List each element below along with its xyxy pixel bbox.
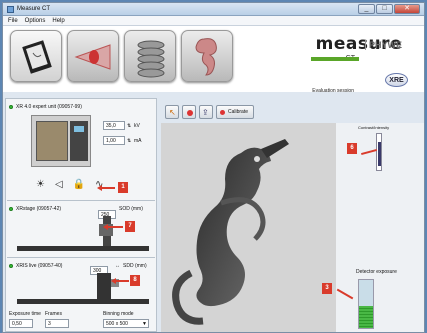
select-tool-button[interactable]: ↖: [165, 105, 179, 119]
divider: [7, 200, 155, 201]
seahorse-radiograph: [161, 123, 336, 332]
export-icon: ⇪: [202, 108, 209, 117]
xray-unit-title: XR 4.0 expert unit (09057-99): [16, 104, 82, 110]
title-bar: Measure CT _ □ ✕: [3, 3, 424, 16]
minimize-button[interactable]: _: [358, 4, 375, 14]
stage-header: XRstage (09057-42): [9, 206, 61, 212]
xray-unit-image: [31, 115, 91, 167]
chevron-down-icon: ▼: [142, 321, 147, 327]
calibrate-button[interactable]: Calibrate: [216, 105, 254, 119]
annotation-arrow-1: [101, 187, 115, 189]
status-led-icon: [9, 264, 13, 268]
display-settings-panel: Contrast/Intensity Detector exposure: [336, 123, 424, 332]
reconstruction-mode-button[interactable]: [124, 30, 176, 82]
detector-icon: [22, 40, 52, 74]
contrast-label: Contrast/Intensity: [358, 125, 390, 130]
detector-exposure-meter: [358, 279, 374, 329]
xray-unit-header: XR 4.0 expert unit (09057-99): [9, 104, 82, 110]
voltage-unit: kV: [134, 123, 140, 129]
voltage-input[interactable]: 35,0: [103, 121, 125, 130]
stage-title: XRstage (09057-42): [16, 206, 62, 212]
detector-exposure-label: Detector exposure: [356, 269, 397, 275]
current-unit: mA: [134, 138, 142, 144]
brand-underline: [311, 57, 359, 61]
exposure-time-input[interactable]: 0,50: [9, 319, 33, 328]
voltage-stepper-icon[interactable]: ⇅: [127, 123, 131, 129]
exposure-fill: [359, 306, 373, 328]
annotation-label-3: 3: [322, 283, 332, 294]
app-icon: [7, 6, 14, 13]
app-window: Measure CT _ □ ✕ File Options Help measu…: [2, 2, 425, 333]
status-led-icon: [9, 105, 13, 109]
contrast-slider[interactable]: [376, 133, 382, 171]
frames-label: Frames: [45, 311, 62, 317]
record-icon: [187, 110, 193, 116]
status-led-icon: [9, 207, 13, 211]
annotation-label-7: 7: [125, 221, 135, 232]
menu-help[interactable]: Help: [52, 16, 64, 25]
xre-badge: XRE: [385, 73, 408, 87]
seahorse-3d-icon: [195, 38, 217, 76]
detector-title: XRIS live (09057-40): [16, 263, 63, 269]
current-input[interactable]: 1,00: [103, 136, 125, 145]
menu-file[interactable]: File: [8, 16, 18, 25]
binning-mode-value: 500 x 500: [106, 321, 128, 327]
menu-bar: File Options Help: [3, 16, 424, 26]
detector-sdd-label: SDD (mm): [123, 263, 147, 269]
maximize-button[interactable]: □: [376, 4, 393, 14]
mode-toolbar: measure CT PHYWE Evaluation session XRE: [3, 26, 424, 94]
light-icon[interactable]: ☀: [36, 179, 45, 190]
cone-beam-icon: [74, 44, 111, 70]
alignment-mode-button[interactable]: [67, 30, 119, 82]
annotation-arrowhead-1: [97, 185, 102, 191]
visualization-mode-button[interactable]: [181, 30, 233, 82]
annotation-arrowhead-7: [103, 224, 108, 230]
xray-image-view[interactable]: [161, 123, 336, 332]
stage-sod-label: SOD (mm): [119, 206, 143, 212]
binning-mode-label: Binning mode: [103, 311, 134, 317]
brand-company: PHYWE: [364, 40, 402, 50]
divider: [7, 257, 155, 258]
brand-logo: measure CT PHYWE: [316, 34, 402, 62]
save-image-button[interactable]: ⇪: [199, 105, 213, 119]
acquisition-mode-button[interactable]: [10, 30, 62, 82]
session-label: Evaluation session: [312, 88, 354, 94]
annotation-label-8: 8: [130, 275, 140, 286]
annotation-arrow-8: [115, 280, 129, 282]
calibrate-label: Calibrate: [228, 109, 249, 115]
annotation-label-1: 1: [118, 182, 128, 193]
annotation-label-6: 6: [347, 143, 357, 154]
window-controls: _ □ ✕: [358, 4, 420, 14]
xray-controls: ☀ ◁ 🔒 ∿: [36, 179, 104, 190]
lock-icon[interactable]: 🔒: [73, 179, 85, 190]
door-icon[interactable]: ◁: [55, 179, 63, 190]
detector-header: XRIS live (09057-40): [9, 263, 62, 269]
window-title: Measure CT: [17, 6, 51, 12]
calibrate-icon: [220, 110, 225, 115]
frames-input[interactable]: 3: [45, 319, 69, 328]
menu-options[interactable]: Options: [25, 16, 46, 25]
record-button[interactable]: [182, 105, 196, 119]
annotation-arrowhead-8: [111, 278, 116, 284]
slices-icon: [137, 40, 165, 78]
sdd-arrow-icon: ↔: [115, 263, 120, 269]
binning-mode-select[interactable]: 500 x 500 ▼: [103, 319, 149, 328]
close-button[interactable]: ✕: [394, 4, 420, 14]
cursor-icon: ↖: [169, 108, 176, 117]
annotation-arrow-7: [107, 226, 123, 228]
exposure-time-label: Exposure time: [9, 311, 41, 317]
current-stepper-icon[interactable]: ⇅: [127, 138, 131, 144]
